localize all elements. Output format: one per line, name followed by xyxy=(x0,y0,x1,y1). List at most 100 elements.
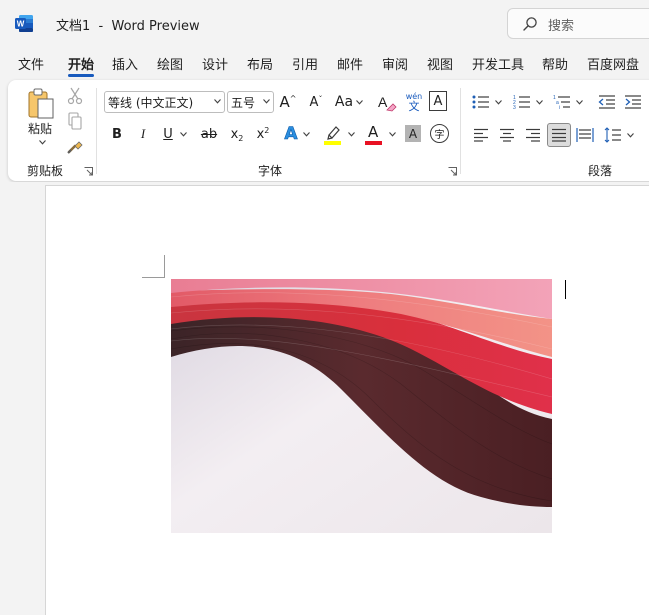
title-bar: W 文档1 - Word Preview 搜索 xyxy=(0,0,649,46)
shrink-font-icon: A xyxy=(309,94,319,110)
character-shading-button[interactable]: A xyxy=(405,125,421,142)
increase-indent-icon xyxy=(625,95,641,109)
margin-corner-mark xyxy=(164,255,165,277)
justify-button[interactable] xyxy=(547,123,571,147)
font-name-value: 等线 (中文正文) xyxy=(108,96,194,110)
paste-label[interactable]: 粘贴 xyxy=(28,120,52,137)
font-color-swatch: A xyxy=(364,123,384,145)
chevron-down-icon xyxy=(348,131,355,137)
enclose-characters-button[interactable]: 字 xyxy=(430,124,449,143)
change-case-button[interactable]: Aa xyxy=(333,91,365,113)
inserted-image[interactable] xyxy=(171,279,552,533)
distributed-icon xyxy=(576,128,594,142)
tab-view[interactable]: 视图 xyxy=(427,54,453,73)
tab-design[interactable]: 设计 xyxy=(202,54,228,73)
copy-button[interactable] xyxy=(66,112,84,130)
italic-button[interactable]: I xyxy=(134,124,152,144)
format-painter-button[interactable] xyxy=(66,137,84,155)
text-effects-button[interactable]: A xyxy=(280,122,314,146)
tab-baidu-netdisk[interactable]: 百度网盘 xyxy=(587,54,639,73)
character-shading-icon: A xyxy=(408,126,418,141)
active-tab-indicator xyxy=(68,74,94,77)
word-logo-icon: W xyxy=(15,15,33,32)
clipboard-dialog-launcher-icon[interactable] xyxy=(84,167,93,176)
cut-button[interactable] xyxy=(66,87,84,105)
align-left-icon xyxy=(474,128,488,142)
numbering-button[interactable]: 1 2 3 xyxy=(511,91,545,113)
font-color-icon: A xyxy=(368,123,379,141)
decrease-indent-button[interactable] xyxy=(596,91,618,113)
format-painter-icon xyxy=(67,141,83,154)
tab-layout[interactable]: 布局 xyxy=(247,54,273,73)
tab-references[interactable]: 引用 xyxy=(292,54,318,73)
chevron-down-icon xyxy=(356,99,363,105)
tab-help[interactable]: 帮助 xyxy=(542,54,568,73)
subscript-icon: x xyxy=(230,126,239,142)
chevron-down-icon xyxy=(179,131,187,137)
paste-icon xyxy=(28,88,54,119)
character-border-icon: A xyxy=(433,93,443,109)
align-center-button[interactable] xyxy=(496,124,518,146)
bold-icon: B xyxy=(112,126,122,142)
text-cursor xyxy=(565,280,566,299)
tab-home[interactable]: 开始 xyxy=(68,54,94,73)
highlighter-icon xyxy=(324,126,341,145)
align-right-icon xyxy=(526,128,540,142)
underline-button[interactable]: U xyxy=(160,124,190,144)
chevron-down-icon xyxy=(389,131,396,137)
font-dialog-launcher-icon[interactable] xyxy=(448,167,457,176)
chevron-down-icon xyxy=(627,132,634,138)
line-spacing-button[interactable] xyxy=(602,124,636,146)
grow-font-button[interactable]: A ^ xyxy=(278,91,298,113)
numbering-icon: 1 2 3 xyxy=(513,95,530,110)
tab-draw[interactable]: 绘图 xyxy=(157,54,183,73)
character-border-button[interactable]: A xyxy=(429,91,447,111)
superscript-digit: 2 xyxy=(264,125,270,135)
highlight-color-button[interactable] xyxy=(321,122,357,146)
tab-review[interactable]: 审阅 xyxy=(382,54,408,73)
caret-up-icon: ^ xyxy=(289,93,297,103)
shrink-font-button[interactable]: Aˇ xyxy=(306,91,326,113)
margin-corner-mark xyxy=(142,277,165,278)
line-spacing-icon xyxy=(604,127,621,143)
multilevel-list-button[interactable]: 1 a i xyxy=(551,91,585,113)
increase-indent-button[interactable] xyxy=(622,91,644,113)
font-color-button[interactable]: A xyxy=(362,122,398,146)
tab-file[interactable]: 文件 xyxy=(18,54,44,73)
tab-mailings[interactable]: 邮件 xyxy=(337,54,363,73)
tab-insert[interactable]: 插入 xyxy=(112,54,138,73)
font-size-select[interactable]: 五号 xyxy=(227,91,274,113)
search-box[interactable]: 搜索 xyxy=(507,8,649,39)
bold-button[interactable]: B xyxy=(108,124,126,144)
distributed-button[interactable] xyxy=(574,124,596,146)
strikethrough-icon: ab xyxy=(200,126,218,142)
font-size-value: 五号 xyxy=(231,96,256,110)
chevron-down-icon xyxy=(536,99,543,105)
italic-icon: I xyxy=(140,126,146,141)
paste-button[interactable] xyxy=(26,87,56,121)
phonetic-guide-button[interactable]: wén 文 xyxy=(404,90,424,114)
ribbon-tabs: 文件 开始 插入 绘图 设计 布局 引用 邮件 审阅 视图 开发工具 帮助 百度… xyxy=(0,50,649,78)
font-name-select[interactable]: 等线 (中文正文) xyxy=(104,91,225,113)
multilevel-list-icon: 1 a i xyxy=(553,95,570,110)
strikethrough-button[interactable]: ab xyxy=(198,124,220,144)
align-right-button[interactable] xyxy=(522,124,544,146)
document-name: 文档1 xyxy=(56,19,91,34)
paste-chevron-icon[interactable] xyxy=(39,140,46,145)
search-placeholder: 搜索 xyxy=(548,19,575,34)
subscript-button[interactable]: x2 xyxy=(228,124,246,144)
scissors-icon xyxy=(67,87,83,105)
justify-icon xyxy=(552,128,566,142)
superscript-button[interactable]: x2 xyxy=(254,124,272,144)
align-left-button[interactable] xyxy=(470,124,492,146)
svg-text:A: A xyxy=(378,94,388,110)
change-case-icon: Aa xyxy=(334,94,354,110)
paragraph-group-label: 段落 xyxy=(588,164,613,178)
clear-formatting-button[interactable]: A xyxy=(377,91,397,113)
tab-developer[interactable]: 开发工具 xyxy=(472,54,524,73)
underline-icon: U xyxy=(163,126,173,142)
decrease-indent-icon xyxy=(598,95,615,109)
bullets-button[interactable] xyxy=(470,91,504,113)
chevron-down-icon xyxy=(302,131,310,137)
window-title: 文档1 - Word Preview xyxy=(56,15,200,34)
